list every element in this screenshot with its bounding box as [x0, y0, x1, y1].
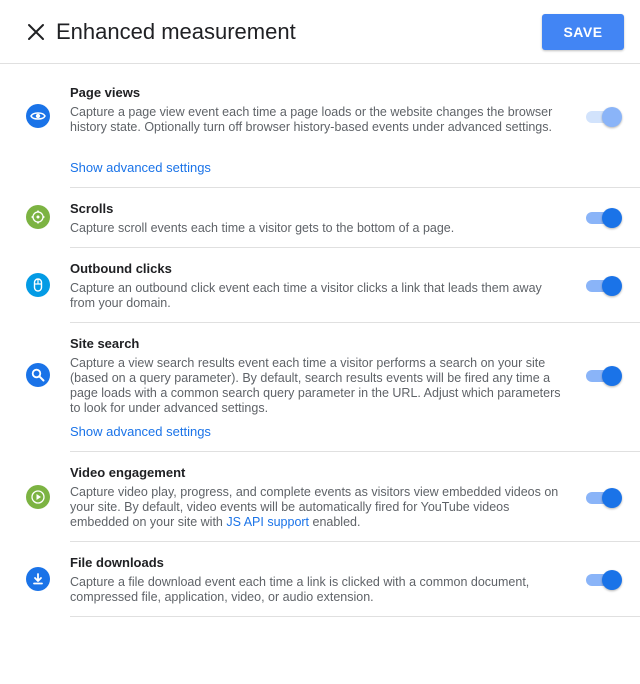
- save-button[interactable]: SAVE: [542, 14, 624, 50]
- scroll-icon: [26, 205, 50, 229]
- setting-description: Capture video play, progress, and comple…: [70, 485, 570, 530]
- mouse-icon: [26, 273, 50, 297]
- toggle-thumb: [602, 570, 622, 590]
- toggle-thumb: [602, 107, 622, 127]
- divider: [70, 616, 640, 617]
- download-icon: [26, 567, 50, 591]
- setting-scrolls: Scrolls Capture scroll events each time …: [0, 188, 640, 248]
- description-text: enabled.: [309, 515, 361, 529]
- setting-title: Page views: [70, 85, 141, 100]
- show-advanced-settings-link[interactable]: Show advanced settings: [70, 160, 211, 176]
- play-icon: [26, 485, 50, 509]
- setting-outbound-clicks: Outbound clicks Capture an outbound clic…: [0, 248, 640, 323]
- setting-file-downloads: File downloads Capture a file download e…: [0, 542, 640, 617]
- toggle-thumb: [602, 208, 622, 228]
- video-engagement-toggle[interactable]: [586, 487, 622, 508]
- show-advanced-settings-link[interactable]: Show advanced settings: [70, 424, 211, 440]
- toggle-thumb: [602, 366, 622, 386]
- setting-title: File downloads: [70, 555, 164, 570]
- file-downloads-toggle[interactable]: [586, 569, 622, 590]
- search-icon: [26, 363, 50, 387]
- setting-title: Scrolls: [70, 201, 114, 216]
- setting-page-views: Page views Capture a page view event eac…: [0, 64, 640, 188]
- setting-title: Outbound clicks: [70, 261, 172, 276]
- js-api-support-link[interactable]: JS API support: [226, 515, 309, 529]
- outbound-clicks-toggle[interactable]: [586, 275, 622, 296]
- setting-description: Capture an outbound click event each tim…: [70, 281, 542, 310]
- toggle-thumb: [602, 276, 622, 296]
- dialog-header: Enhanced measurement SAVE: [0, 0, 640, 64]
- page-title: Enhanced measurement: [56, 19, 296, 44]
- scrolls-toggle[interactable]: [586, 207, 622, 228]
- setting-title: Site search: [70, 336, 140, 351]
- site-search-toggle[interactable]: [586, 365, 622, 386]
- close-icon[interactable]: [24, 20, 48, 44]
- setting-description: Capture scroll events each time a visito…: [70, 221, 455, 235]
- eye-icon: [26, 104, 50, 128]
- setting-description: Capture a view search results event each…: [70, 356, 561, 415]
- setting-description: Capture a page view event each time a pa…: [70, 105, 553, 134]
- toggle-thumb: [602, 488, 622, 508]
- settings-list: Page views Capture a page view event eac…: [0, 64, 640, 617]
- page-views-toggle[interactable]: [586, 106, 622, 127]
- setting-video-engagement: Video engagement Capture video play, pro…: [0, 452, 640, 542]
- setting-title: Video engagement: [70, 465, 186, 480]
- setting-description: Capture a file download event each time …: [70, 575, 530, 604]
- setting-site-search: Site search Capture a view search result…: [0, 323, 640, 452]
